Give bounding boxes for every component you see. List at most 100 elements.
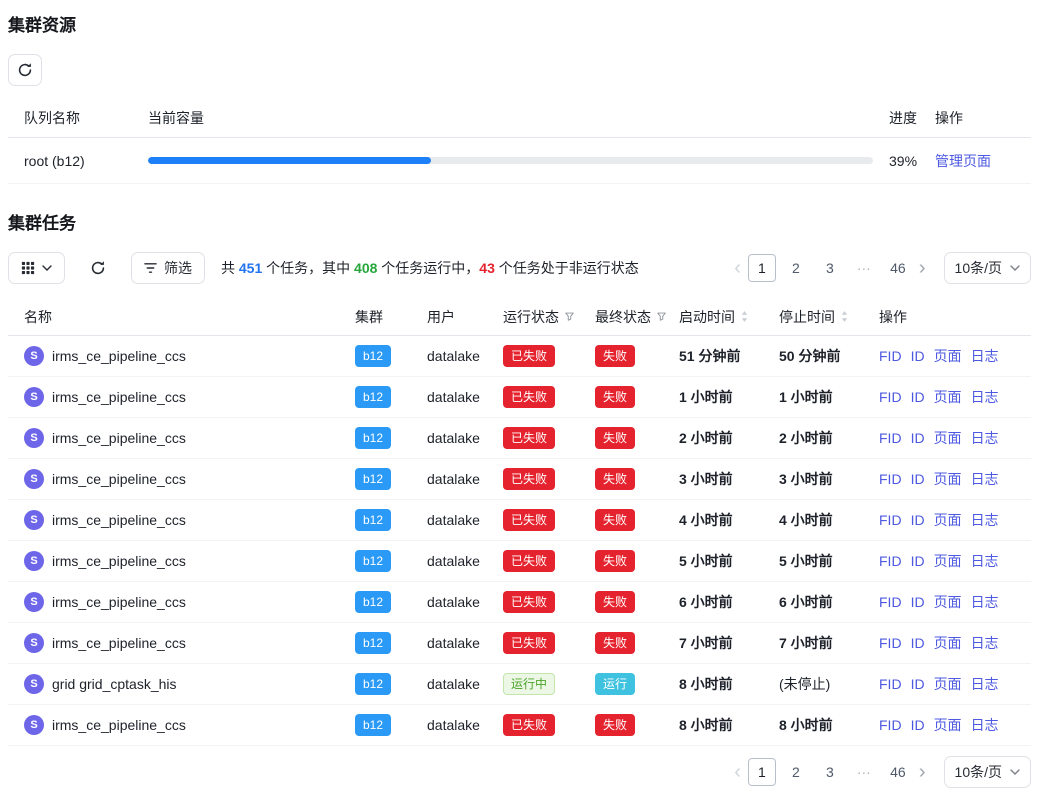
action-link-日志[interactable]: 日志: [971, 674, 999, 694]
action-link-日志[interactable]: 日志: [971, 715, 999, 735]
row-actions: FID ID 页面日志: [879, 674, 1031, 694]
pagination-next-icon[interactable]: ›: [915, 762, 930, 782]
action-link-FID[interactable]: FID: [879, 348, 902, 364]
sort-icon[interactable]: [740, 310, 749, 323]
start-time: 8 小时前: [679, 674, 779, 694]
action-link-日志[interactable]: 日志: [971, 592, 999, 612]
refresh-resources-button[interactable]: [8, 54, 42, 86]
pagination-page-3[interactable]: 3: [816, 254, 844, 282]
table-row: S grid grid_cptask_his b12 datalake 运行中 …: [8, 664, 1031, 705]
cluster-badge: b12: [355, 673, 391, 695]
pagination-page-1[interactable]: 1: [748, 254, 776, 282]
action-link-日志[interactable]: 日志: [971, 551, 999, 571]
action-link-ID[interactable]: ID: [911, 635, 925, 651]
row-actions: FID ID 页面日志: [879, 633, 1031, 653]
pagination-page-2[interactable]: 2: [782, 254, 810, 282]
chevron-down-icon: [42, 265, 52, 271]
pagination-prev-icon[interactable]: ‹: [730, 258, 745, 278]
action-link-ID[interactable]: ID: [911, 676, 925, 692]
refresh-icon: [90, 260, 106, 276]
sort-icon[interactable]: [840, 310, 849, 323]
table-row: S irms_ce_pipeline_ccs b12 datalake 已失败 …: [8, 623, 1031, 664]
action-link-日志[interactable]: 日志: [971, 469, 999, 489]
filter-button[interactable]: 筛选: [131, 252, 205, 284]
row-actions: FID ID 页面日志: [879, 715, 1031, 735]
action-link-FID[interactable]: FID: [879, 594, 902, 610]
avatar: S: [24, 469, 44, 489]
column-settings-button[interactable]: [8, 252, 65, 284]
pagination-page-3[interactable]: 3: [816, 758, 844, 786]
pagination-prev-icon[interactable]: ‹: [730, 762, 745, 782]
avatar: S: [24, 674, 44, 694]
action-link-日志[interactable]: 日志: [971, 510, 999, 530]
tasks-table-header: 名称 集群 用户 运行状态 最终状态 启动时间: [8, 298, 1031, 336]
col-header-action: 操作: [935, 108, 1031, 128]
action-link-ID[interactable]: ID: [911, 512, 925, 528]
page-size-select[interactable]: 10条/页: [944, 252, 1031, 284]
avatar: S: [24, 551, 44, 571]
pagination-page-46[interactable]: 46: [884, 758, 912, 786]
final-status-badge: 失败: [595, 550, 635, 572]
filter-funnel-icon[interactable]: [564, 311, 575, 322]
stop-time: 5 小时前: [779, 551, 879, 571]
action-link-页面[interactable]: 页面: [934, 551, 962, 571]
action-link-页面[interactable]: 页面: [934, 428, 962, 448]
action-link-页面[interactable]: 页面: [934, 510, 962, 530]
page-size-select[interactable]: 10条/页: [944, 756, 1031, 788]
start-time: 3 小时前: [679, 469, 779, 489]
start-time: 5 小时前: [679, 551, 779, 571]
action-link-ID[interactable]: ID: [911, 594, 925, 610]
user-name: datalake: [427, 389, 503, 405]
filter-funnel-icon[interactable]: [656, 311, 667, 322]
refresh-tasks-button[interactable]: [81, 252, 115, 284]
action-link-ID[interactable]: ID: [911, 389, 925, 405]
user-name: datalake: [427, 553, 503, 569]
action-link-FID[interactable]: FID: [879, 512, 902, 528]
action-link-日志[interactable]: 日志: [971, 387, 999, 407]
action-link-页面[interactable]: 页面: [934, 346, 962, 366]
action-link-日志[interactable]: 日志: [971, 633, 999, 653]
action-link-FID[interactable]: FID: [879, 430, 902, 446]
action-link-ID[interactable]: ID: [911, 553, 925, 569]
action-link-日志[interactable]: 日志: [971, 428, 999, 448]
manage-page-link[interactable]: 管理页面: [935, 153, 991, 169]
action-link-FID[interactable]: FID: [879, 676, 902, 692]
action-link-ID[interactable]: ID: [911, 471, 925, 487]
table-row: S irms_ce_pipeline_ccs b12 datalake 已失败 …: [8, 541, 1031, 582]
action-link-页面[interactable]: 页面: [934, 674, 962, 694]
action-link-ID[interactable]: ID: [911, 717, 925, 733]
tasks-toolbar: 筛选 共 451 个任务，其中 408 个任务运行中，43 个任务处于非运行状态…: [8, 250, 1031, 286]
col-header-name: 名称: [8, 307, 355, 327]
avatar: S: [24, 387, 44, 407]
action-link-页面[interactable]: 页面: [934, 387, 962, 407]
capacity-progress-fill: [148, 157, 431, 164]
action-link-FID[interactable]: FID: [879, 635, 902, 651]
action-link-页面[interactable]: 页面: [934, 469, 962, 489]
action-link-FID[interactable]: FID: [879, 553, 902, 569]
action-link-FID[interactable]: FID: [879, 471, 902, 487]
action-link-FID[interactable]: FID: [879, 717, 902, 733]
col-header-start-time: 启动时间: [679, 307, 779, 327]
cluster-badge: b12: [355, 427, 391, 449]
pagination-next-icon[interactable]: ›: [915, 258, 930, 278]
pagination-page-2[interactable]: 2: [782, 758, 810, 786]
action-link-页面[interactable]: 页面: [934, 592, 962, 612]
total-task-count: 451: [239, 260, 262, 276]
resources-table-header: 队列名称 当前容量 进度 操作: [8, 98, 1031, 138]
action-link-页面[interactable]: 页面: [934, 633, 962, 653]
action-link-页面[interactable]: 页面: [934, 715, 962, 735]
task-count-summary: 共 451 个任务，其中 408 个任务运行中，43 个任务处于非运行状态: [221, 258, 639, 278]
action-link-日志[interactable]: 日志: [971, 346, 999, 366]
pagination-page-46[interactable]: 46: [884, 254, 912, 282]
action-link-ID[interactable]: ID: [911, 348, 925, 364]
pagination-page-1[interactable]: 1: [748, 758, 776, 786]
cluster-badge: b12: [355, 386, 391, 408]
summary-text: 个任务处于非运行状态: [495, 260, 639, 276]
action-link-FID[interactable]: FID: [879, 389, 902, 405]
action-link-ID[interactable]: ID: [911, 430, 925, 446]
cluster-badge: b12: [355, 714, 391, 736]
run-status-badge: 运行中: [503, 673, 555, 695]
final-status-badge: 失败: [595, 386, 635, 408]
pagination-ellipsis: ···: [850, 254, 878, 282]
running-task-count: 408: [354, 260, 377, 276]
